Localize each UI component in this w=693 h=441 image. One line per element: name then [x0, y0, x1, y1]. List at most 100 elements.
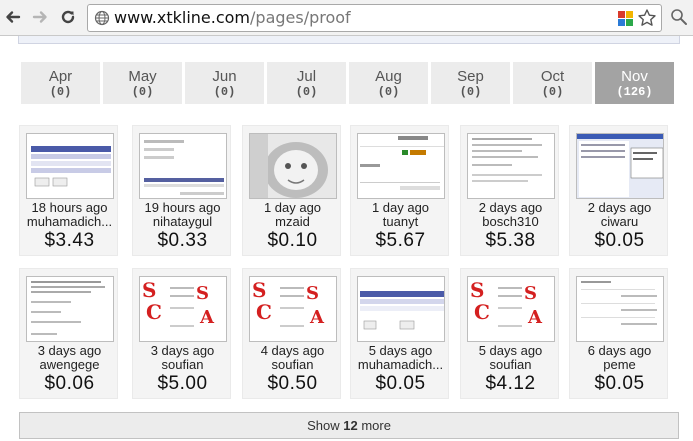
proof-card[interactable]: SCSA3 days ago soufian $5.00: [132, 268, 231, 399]
reload-button[interactable]: [57, 6, 79, 28]
proof-username[interactable]: peme: [570, 357, 669, 372]
month-tab-oct[interactable]: Oct (0): [513, 62, 592, 104]
proof-time: 18 hours ago: [31, 200, 108, 215]
proof-card[interactable]: 18 hours ago muhamadich... $3.43: [19, 125, 118, 256]
proof-thumbnail[interactable]: [576, 133, 664, 199]
month-name: Jun: [212, 68, 237, 85]
proof-username[interactable]: soufian: [461, 357, 560, 372]
proof-thumbnail[interactable]: [357, 133, 445, 199]
proof-amount: $0.05: [594, 230, 645, 251]
bookmark-star-icon[interactable]: [637, 8, 657, 28]
url-host: www.xtkline.com: [114, 8, 251, 27]
browser-toolbar: www.xtkline.com/pages/proof: [0, 0, 693, 36]
proof-thumbnail[interactable]: SCSA: [249, 276, 337, 342]
proof-username[interactable]: muhamadich...: [351, 357, 450, 372]
svg-text:S: S: [306, 283, 319, 304]
svg-text:A: A: [199, 307, 215, 328]
svg-text:C: C: [256, 300, 272, 324]
month-count: (0): [541, 85, 564, 99]
proof-thumbnail[interactable]: [357, 276, 445, 342]
month-count: (0): [49, 85, 72, 99]
url-path: /pages/proof: [250, 8, 351, 27]
svg-text:C: C: [146, 300, 162, 324]
proof-time: 19 hours ago: [144, 200, 221, 215]
month-tab-sep[interactable]: Sep (0): [431, 62, 510, 104]
proof-card[interactable]: SCSA4 days ago soufian $0.50: [242, 268, 341, 399]
reload-icon: [61, 10, 75, 24]
month-count: (0): [377, 85, 400, 99]
url-text[interactable]: www.xtkline.com/pages/proof: [114, 9, 351, 27]
proof-thumbnail[interactable]: [26, 133, 114, 199]
proof-card[interactable]: 3 days ago awengege $0.06: [19, 268, 118, 399]
proof-username[interactable]: awengege: [20, 357, 119, 372]
proof-card[interactable]: 2 days ago ciwaru $0.05: [569, 125, 668, 256]
month-name: May: [128, 68, 157, 85]
forward-arrow-icon: [32, 11, 47, 23]
month-tab-apr[interactable]: Apr (0): [21, 62, 100, 104]
svg-text:S: S: [196, 283, 209, 304]
proof-time: 2 days ago: [478, 200, 543, 215]
proof-time: 5 days ago: [478, 343, 543, 358]
proof-username[interactable]: nihataygul: [133, 214, 232, 229]
proof-username[interactable]: soufian: [243, 357, 342, 372]
proof-thumbnail[interactable]: [467, 133, 555, 199]
proof-username[interactable]: soufian: [133, 357, 232, 372]
proof-username[interactable]: ciwaru: [570, 214, 669, 229]
month-name: Jul: [296, 68, 317, 85]
extension-icon[interactable]: [618, 11, 633, 26]
proof-amount: $4.12: [485, 373, 536, 394]
month-tab-nov[interactable]: Nov (126): [595, 62, 674, 104]
proof-card[interactable]: 1 day ago mzaid $0.10: [242, 125, 341, 256]
proof-amount: $0.50: [267, 373, 318, 394]
month-name: Nov: [621, 68, 648, 85]
proof-thumbnail[interactable]: [26, 276, 114, 342]
svg-text:S: S: [524, 283, 537, 304]
month-tab-may[interactable]: May (0): [103, 62, 182, 104]
svg-text:S: S: [470, 278, 484, 302]
proof-username[interactable]: muhamadich...: [20, 214, 119, 229]
proof-time: 5 days ago: [368, 343, 433, 358]
proof-amount: $5.67: [375, 230, 426, 251]
month-count: (0): [131, 85, 154, 99]
forward-button[interactable]: [29, 6, 51, 28]
proof-thumbnail[interactable]: SCSA: [467, 276, 555, 342]
month-count: (126): [616, 85, 653, 99]
proof-amount: $5.00: [157, 373, 208, 394]
proof-thumbnail[interactable]: [576, 276, 664, 342]
search-icon[interactable]: [670, 8, 688, 26]
proof-amount: $0.10: [267, 230, 318, 251]
month-tab-aug[interactable]: Aug (0): [349, 62, 428, 104]
proof-username[interactable]: mzaid: [243, 214, 342, 229]
proof-card[interactable]: 6 days ago peme $0.05: [569, 268, 668, 399]
proof-card[interactable]: SCSA5 days ago soufian $4.12: [460, 268, 559, 399]
month-tab-jun[interactable]: Jun (0): [185, 62, 264, 104]
month-tab-jul[interactable]: Jul (0): [267, 62, 346, 104]
proof-thumbnail[interactable]: [249, 133, 337, 199]
proof-username[interactable]: tuanyt: [351, 214, 450, 229]
proof-thumbnail[interactable]: SCSA: [139, 276, 227, 342]
proof-time: 4 days ago: [260, 343, 325, 358]
globe-icon: [94, 10, 110, 26]
back-arrow-icon: [6, 11, 21, 23]
address-bar[interactable]: www.xtkline.com/pages/proof: [87, 4, 662, 32]
show-more-suffix: more: [361, 418, 391, 433]
proof-card[interactable]: 19 hours ago nihataygul $0.33: [132, 125, 231, 256]
proof-time: 1 day ago: [371, 200, 430, 215]
proof-time: 3 days ago: [37, 343, 102, 358]
proof-time: 6 days ago: [587, 343, 652, 358]
proof-amount: $0.33: [157, 230, 208, 251]
month-name: Sep: [457, 68, 484, 85]
proof-amount: $5.38: [485, 230, 536, 251]
proof-amount: $0.05: [375, 373, 426, 394]
proof-amount: $0.06: [44, 373, 95, 394]
proof-card[interactable]: 2 days ago bosch310 $5.38: [460, 125, 559, 256]
month-tabs: Apr (0) May (0) Jun (0) Jul (0) Aug (0) Sep (0) Oct(…: [21, 62, 681, 104]
proof-username[interactable]: bosch310: [461, 214, 560, 229]
proof-card[interactable]: 5 days ago muhamadich... $0.05: [350, 268, 449, 399]
proof-thumbnail[interactable]: [139, 133, 227, 199]
back-button[interactable]: [2, 6, 24, 28]
proof-card[interactable]: 1 day ago tuanyt $5.67: [350, 125, 449, 256]
proof-time: 1 day ago: [263, 200, 322, 215]
show-more-button[interactable]: Show 12 more: [19, 412, 679, 439]
month-name: Aug: [375, 68, 402, 85]
